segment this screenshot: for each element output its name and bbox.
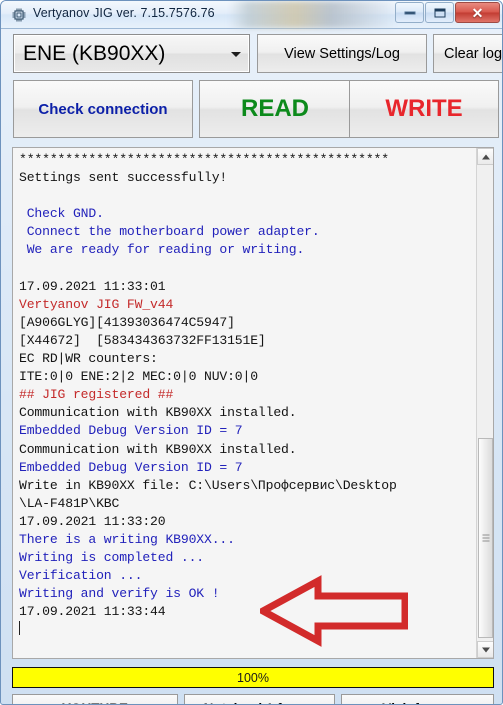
log-line: [A906GLYG][41393036474C5947]: [19, 314, 235, 330]
progress-bar-label: 100%: [237, 670, 269, 685]
log-line: Check GND.: [19, 206, 104, 222]
log-line: ITE:0|0 ENE:2|2 MEC:0|0 NUV:0|0: [19, 369, 258, 385]
log-text: ****************************************…: [19, 151, 474, 640]
application-window: Vertyanov JIG ver. 7.15.7576.76 ✕ ENE (K…: [0, 0, 503, 705]
log-line: Connect the motherboard power adapter.: [19, 224, 320, 240]
microchip-icon: [11, 7, 27, 23]
log-line: [X44672] [583434363732FF13151E]: [19, 332, 266, 348]
vlab-forum-button[interactable]: Vlab forum: [341, 694, 494, 704]
log-line: Vertyanov JIG FW_v44: [19, 296, 174, 312]
maximize-button[interactable]: [425, 2, 454, 23]
log-line: ****************************************…: [19, 152, 389, 167]
log-line: EC RD|WR counters:: [19, 351, 158, 367]
log-scrollbar[interactable]: [476, 148, 493, 658]
log-line: Embedded Debug Version ID = 7: [19, 459, 243, 475]
client-area: ENE (KB90XX) View Settings/Log Clear log…: [6, 31, 502, 704]
log-line: \LA-F481P\KBC: [19, 495, 120, 511]
write-button[interactable]: WRITE: [349, 80, 499, 138]
caret-up-icon: [481, 154, 490, 159]
text-caret: [19, 621, 474, 639]
log-line: Communication with KB90XX installed.: [19, 441, 297, 457]
log-line: There is a writing KB90XX...: [19, 531, 235, 547]
log-line: Writing and verify is OK !: [19, 586, 220, 602]
log-line: Verification ...: [19, 568, 143, 584]
scroll-up-button[interactable]: [477, 148, 493, 165]
youtube-button[interactable]: YOUTUBE: [12, 694, 178, 704]
progress-bar: 100%: [12, 667, 494, 688]
minimize-button[interactable]: [395, 2, 424, 23]
check-connection-button[interactable]: Check connection: [13, 80, 193, 138]
close-icon: ✕: [471, 4, 484, 21]
obscured-title-region: [229, 1, 394, 28]
close-button[interactable]: ✕: [455, 2, 500, 23]
log-output[interactable]: ****************************************…: [12, 147, 494, 659]
log-line: Embedded Debug Version ID = 7: [19, 423, 243, 439]
maximize-icon: [434, 8, 445, 17]
view-settings-log-button[interactable]: View Settings/Log: [257, 34, 427, 73]
log-line: ## JIG registered ##: [19, 387, 174, 403]
notebook1-forum-button[interactable]: Notebook1 forum: [184, 694, 335, 704]
window-title: Vertyanov JIG ver. 7.15.7576.76: [33, 6, 215, 20]
scroll-down-button[interactable]: [477, 641, 493, 658]
device-select-value: ENE (KB90XX): [23, 42, 166, 65]
caret-down-icon: [481, 647, 490, 652]
log-line: We are ready for reading or writing.: [19, 242, 305, 258]
clear-log-button[interactable]: Clear log: [433, 34, 502, 73]
log-line: Writing is completed ...: [19, 550, 204, 566]
log-line: Settings sent successfully!: [19, 170, 228, 186]
grip-icon: [482, 534, 489, 542]
chevron-down-icon: [231, 52, 241, 57]
log-line: Communication with KB90XX installed.: [19, 405, 297, 421]
log-line: 17.09.2021 11:33:20: [19, 513, 166, 529]
log-line: Write in KB90XX file: C:\Users\Профсерви…: [19, 477, 397, 493]
window-controls: ✕: [394, 2, 500, 23]
device-select[interactable]: ENE (KB90XX): [13, 34, 250, 73]
minimize-icon: [404, 11, 415, 14]
scrollbar-thumb[interactable]: [478, 438, 493, 638]
title-bar: Vertyanov JIG ver. 7.15.7576.76 ✕: [1, 1, 502, 29]
read-button[interactable]: READ: [199, 80, 351, 138]
log-line: 17.09.2021 11:33:01: [19, 278, 166, 294]
log-line: 17.09.2021 11:33:44: [19, 604, 166, 620]
